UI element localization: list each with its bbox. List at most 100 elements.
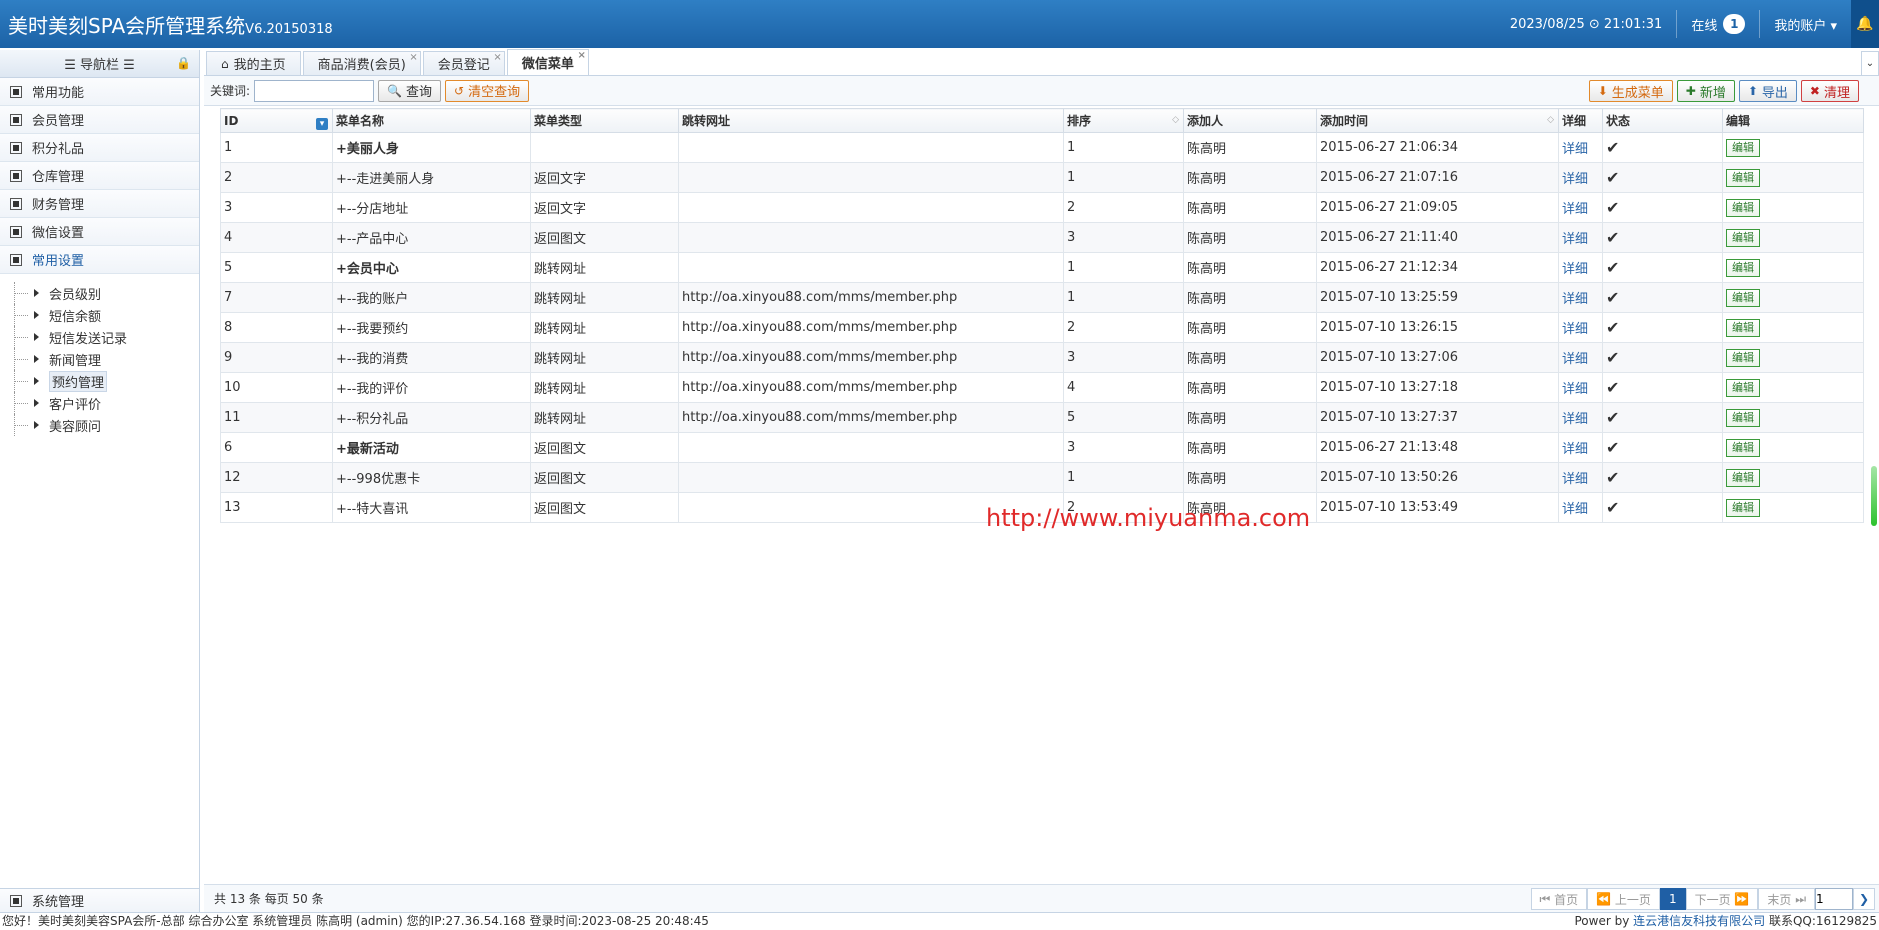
edit-button[interactable]: 编辑 [1726, 408, 1760, 427]
clear-query-button[interactable]: ↺ 清空查询 [445, 79, 530, 102]
chevron-down-icon[interactable]: ⌄ [1861, 51, 1879, 75]
tab-wechat-menu[interactable]: 微信菜单 × [506, 49, 589, 75]
edit-button[interactable]: 编辑 [1726, 168, 1760, 187]
col-menu-type[interactable]: 菜单类型 [530, 108, 679, 133]
col-added-time[interactable]: 添加时间 ◇ [1316, 108, 1559, 133]
sidebar-item-wechat-settings[interactable]: 微信设置 [0, 218, 199, 246]
bell-icon[interactable]: 🔔 [1851, 0, 1879, 48]
online-users[interactable]: 在线 1 [1677, 14, 1759, 34]
check-icon[interactable]: ✔ [1606, 228, 1619, 247]
detail-link[interactable]: 详细 [1562, 232, 1588, 247]
clean-button[interactable]: ✖ 清理 [1800, 80, 1859, 102]
check-icon[interactable]: ✔ [1606, 468, 1619, 487]
submenu-news[interactable]: 新闻管理 [14, 348, 199, 370]
edit-button[interactable]: 编辑 [1726, 348, 1760, 367]
detail-link[interactable]: 详细 [1562, 262, 1588, 277]
detail-link[interactable]: 详细 [1562, 172, 1588, 187]
table-row[interactable]: 7 +--我的账户 跳转网址 http://oa.xinyou88.com/mms/m… [220, 282, 1864, 313]
sidebar-item-system-management[interactable]: 系统管理 [0, 888, 199, 912]
table-row[interactable]: 8 +--我要预约 跳转网址 http://oa.xinyou88.com/mms/m… [220, 312, 1864, 343]
detail-link[interactable]: 详细 [1562, 472, 1588, 487]
check-icon[interactable]: ✔ [1606, 318, 1619, 337]
export-button[interactable]: ⬆ 导出 [1738, 80, 1797, 102]
first-page-button[interactable]: ⏮ 首页 [1530, 888, 1588, 910]
check-icon[interactable]: ✔ [1606, 348, 1619, 367]
detail-link[interactable]: 详细 [1562, 502, 1588, 517]
table-row[interactable]: 3 +--分店地址 返回文字 2 陈高明 2015-06-27 21:09:05 详细 ✔ 编辑 [220, 192, 1864, 223]
detail-link[interactable]: 详细 [1562, 352, 1588, 367]
check-icon[interactable]: ✔ [1606, 138, 1619, 157]
edit-button[interactable]: 编辑 [1726, 228, 1760, 247]
check-icon[interactable]: ✔ [1606, 498, 1619, 517]
sidebar-item-warehouse[interactable]: 仓库管理 [0, 162, 199, 190]
detail-link[interactable]: 详细 [1562, 322, 1588, 337]
detail-link[interactable]: 详细 [1562, 292, 1588, 307]
col-added-by[interactable]: 添加人 [1183, 108, 1317, 133]
detail-link[interactable]: 详细 [1562, 382, 1588, 397]
edit-button[interactable]: 编辑 [1726, 378, 1760, 397]
lock-icon[interactable]: 🔒 [176, 56, 191, 70]
check-icon[interactable]: ✔ [1606, 408, 1619, 427]
submenu-sms-balance[interactable]: 短信余额 [14, 304, 199, 326]
sidebar-item-common-functions[interactable]: 常用功能 [0, 78, 199, 106]
edit-button[interactable]: 编辑 [1726, 198, 1760, 217]
check-icon[interactable]: ✔ [1606, 288, 1619, 307]
check-icon[interactable]: ✔ [1606, 438, 1619, 457]
table-row[interactable]: 6 +最新活动 返回图文 3 陈高明 2015-06-27 21:13:48 详细 ✔ 编辑 [220, 432, 1864, 463]
submenu-appointments[interactable]: 预约管理 [14, 370, 199, 392]
close-icon[interactable]: × [493, 52, 501, 63]
add-button[interactable]: ✚ 新增 [1676, 80, 1735, 102]
company-link[interactable]: 连云港信友科技有限公司 [1633, 914, 1765, 928]
table-row[interactable]: 4 +--产品中心 返回图文 3 陈高明 2015-06-27 21:11:40 详细 ✔ 编辑 [220, 222, 1864, 253]
sidebar-item-common-settings[interactable]: 常用设置 [0, 246, 199, 274]
tab-home[interactable]: ⌂ 我的主页 [206, 51, 301, 75]
keyword-input[interactable] [254, 79, 375, 102]
edit-button[interactable]: 编辑 [1726, 138, 1760, 157]
sidebar-item-points-gifts[interactable]: 积分礼品 [0, 134, 199, 162]
check-icon[interactable]: ✔ [1606, 378, 1619, 397]
table-row[interactable]: 10 +--我的评价 跳转网址 http://oa.xinyou88.com/mms/… [220, 372, 1864, 403]
detail-link[interactable]: 详细 [1562, 202, 1588, 217]
sidebar-item-member-management[interactable]: 会员管理 [0, 106, 199, 134]
check-icon[interactable]: ✔ [1606, 168, 1619, 187]
edit-button[interactable]: 编辑 [1726, 318, 1760, 337]
edit-button[interactable]: 编辑 [1726, 438, 1760, 457]
sidebar-item-finance[interactable]: 财务管理 [0, 190, 199, 218]
table-row[interactable]: 1 +美丽人身 1 陈高明 2015-06-27 21:06:34 详细 ✔ 编辑 [220, 132, 1864, 163]
submenu-member-level[interactable]: 会员级别 [14, 282, 199, 304]
edit-button[interactable]: 编辑 [1726, 498, 1760, 517]
table-row[interactable]: 2 +--走进美丽人身 返回文字 1 陈高明 2015-06-27 21:07:16 详细 ✔… [220, 162, 1864, 193]
detail-link[interactable]: 详细 [1562, 142, 1588, 157]
check-icon[interactable]: ✔ [1606, 258, 1619, 277]
submenu-sms-log[interactable]: 短信发送记录 [14, 326, 199, 348]
page-number-input[interactable] [1815, 888, 1853, 910]
go-page-button[interactable]: ❯ [1853, 888, 1875, 910]
check-icon[interactable]: ✔ [1606, 198, 1619, 217]
col-id[interactable]: ID ▾ [220, 108, 333, 133]
col-sort[interactable]: 排序 ◇ [1063, 108, 1184, 133]
table-row[interactable]: 12 +--998优惠卡 返回图文 1 陈高明 2015-07-10 13:50:26 详细… [220, 462, 1864, 493]
col-menu-name[interactable]: 菜单名称 [332, 108, 531, 133]
table-row[interactable]: 5 +会员中心 跳转网址 1 陈高明 2015-06-27 21:12:34 详细 ✔ 编辑 [220, 252, 1864, 283]
my-account-menu[interactable]: 我的账户 ▾ [1760, 15, 1851, 34]
table-row[interactable]: 9 +--我的消费 跳转网址 http://oa.xinyou88.com/mms/m… [220, 342, 1864, 373]
edit-button[interactable]: 编辑 [1726, 468, 1760, 487]
tab-member-registration[interactable]: 会员登记 × [422, 51, 505, 75]
close-icon[interactable]: × [409, 52, 417, 63]
last-page-button[interactable]: 末页 ⏭ [1758, 888, 1815, 910]
submenu-customer-reviews[interactable]: 客户评价 [14, 392, 199, 414]
submenu-beauty-advisors[interactable]: 美容顾问 [14, 414, 199, 436]
table-row[interactable]: 11 +--积分礼品 跳转网址 http://oa.xinyou88.com/mms/… [220, 402, 1864, 433]
scroll-indicator[interactable] [1871, 466, 1877, 526]
detail-link[interactable]: 详细 [1562, 442, 1588, 457]
tab-product-consumption[interactable]: 商品消费(会员) × [302, 51, 421, 75]
edit-button[interactable]: 编辑 [1726, 288, 1760, 307]
prev-page-button[interactable]: ⏪ 上一页 [1587, 888, 1660, 910]
col-url[interactable]: 跳转网址 [678, 108, 1064, 133]
close-icon[interactable]: × [577, 50, 585, 61]
generate-menu-button[interactable]: ⬇ 生成菜单 [1588, 80, 1673, 102]
current-page-button[interactable]: 1 [1659, 888, 1686, 910]
edit-button[interactable]: 编辑 [1726, 258, 1760, 277]
search-button[interactable]: 🔍 查询 [378, 79, 442, 102]
next-page-button[interactable]: 下一页 ⏩ [1685, 888, 1759, 910]
